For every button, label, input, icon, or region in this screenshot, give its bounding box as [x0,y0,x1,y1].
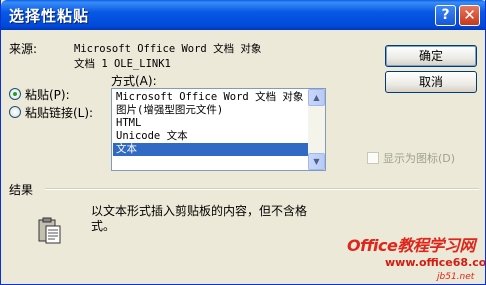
cancel-button[interactable]: 取消 [385,71,477,93]
display-as-icon-label: 显示为图标(D) [383,152,456,165]
close-button[interactable]: ✕ [459,5,480,26]
listbox-scrollbar[interactable]: ▲ ▼ [308,89,325,170]
paste-radio-label[interactable]: 粘贴(P): [25,86,70,103]
paste-link-radio-label[interactable]: 粘贴链接(L): [25,104,93,121]
result-divider [45,188,479,190]
paste-radio[interactable] [9,88,21,100]
result-description-line2: 式。 [91,219,116,233]
scroll-up-arrow-icon[interactable]: ▲ [308,89,325,106]
source-label: 来源: [9,42,38,56]
result-description-line1: 以文本形式插入剪贴板的内容，但不含格 [91,204,308,218]
radio-selected-dot [13,92,17,96]
list-item-selected[interactable]: 文本 [113,143,308,156]
list-item[interactable]: 图片(增强型图元文件) [113,104,308,117]
help-button[interactable]: ? [435,5,456,26]
title-bar[interactable]: 选择性粘贴 ? ✕ [1,0,485,30]
list-item[interactable]: Unicode 文本 [113,130,308,143]
watermark-logo-text: Office教程学习网 [347,236,475,255]
paste-link-radio[interactable] [9,106,21,118]
dialog-title: 选择性粘贴 [9,7,90,25]
scroll-down-arrow-icon[interactable]: ▼ [308,153,325,170]
display-as-icon-checkbox[interactable] [367,152,379,164]
list-item[interactable]: HTML [113,117,308,130]
watermark-url: www.office68.com [385,256,486,269]
paste-special-dialog: 选择性粘贴 ? ✕ 来源: Microsoft Office Word 文档 对… [0,0,486,285]
format-listbox[interactable]: Microsoft Office Word 文档 对象 图片(增强型图元文件) … [111,88,326,171]
list-item[interactable]: Microsoft Office Word 文档 对象 [113,91,308,104]
watermark-small: jb51.net [437,272,475,282]
source-name: 文档 1 OLE_LINK1 [74,58,171,70]
as-label: 方式(A): [111,74,157,88]
ok-button[interactable]: 确定 [385,45,477,67]
result-heading: 结果 [9,183,34,197]
clipboard-icon [38,217,61,244]
source-type: Microsoft Office Word 文档 对象 [74,43,262,55]
